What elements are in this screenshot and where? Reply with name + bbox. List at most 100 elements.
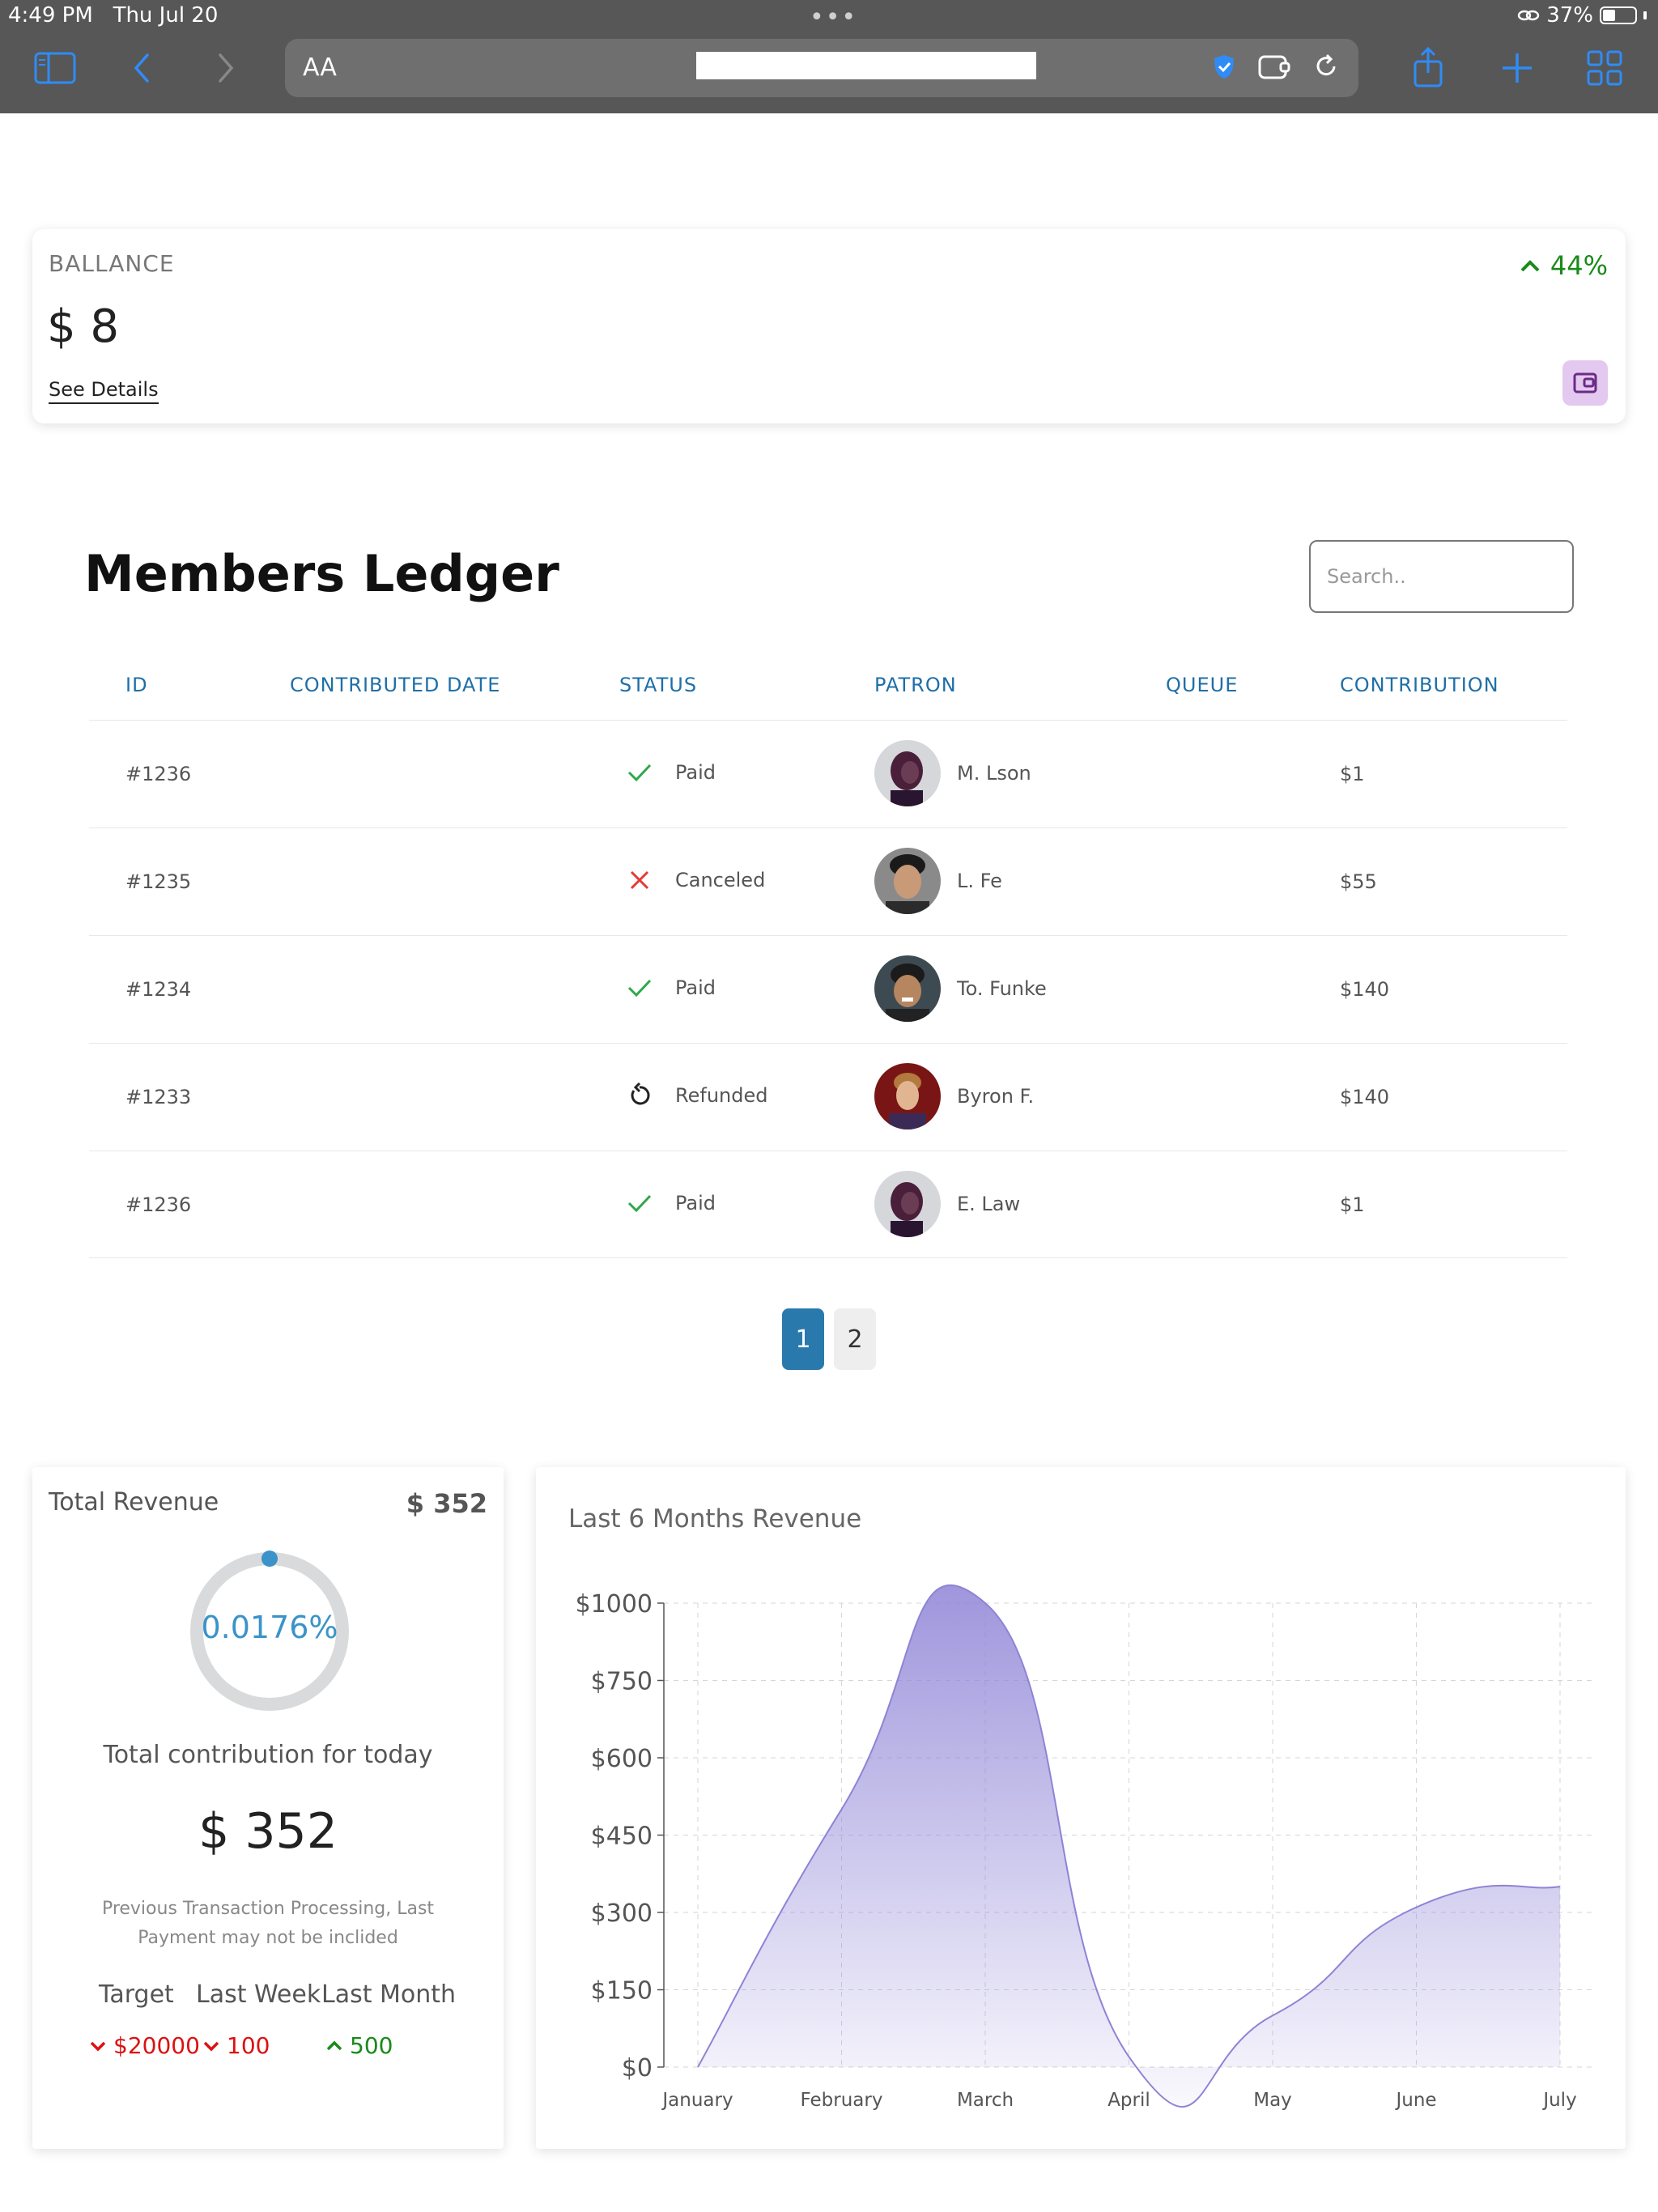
column-header-queue[interactable]: QUEUE	[1166, 674, 1238, 696]
page-button-1[interactable]: 1	[782, 1308, 824, 1370]
battery-percent: 37%	[1546, 3, 1593, 28]
y-tick-label: $1000	[576, 1590, 653, 1619]
growth-indicator: 44%	[1520, 250, 1608, 281]
battery-icon	[1600, 6, 1637, 24]
today-contribution-label: Total contribution for today	[103, 1741, 433, 1769]
stat-last-month: 500	[325, 2032, 393, 2059]
column-header-contribution[interactable]: CONTRIBUTION	[1340, 674, 1499, 696]
processing-note: Previous Transaction Processing, Last Pa…	[101, 1899, 435, 1948]
row-id: #1236	[125, 763, 192, 785]
row-amount: $55	[1340, 870, 1377, 893]
row-patron-name: E. Law	[957, 1193, 1021, 1215]
row-status-label: Canceled	[675, 869, 766, 891]
column-header-status[interactable]: STATUS	[619, 674, 697, 696]
back-icon[interactable]	[121, 47, 167, 89]
see-details-link[interactable]: See Details	[49, 378, 159, 404]
row-amount: $140	[1340, 978, 1390, 1001]
row-patron-name: To. Funke	[957, 977, 1047, 1000]
check-icon	[623, 972, 656, 1004]
row-id: #1234	[125, 978, 192, 1001]
wallet-icon	[1573, 372, 1597, 393]
reload-icon[interactable]	[1310, 50, 1342, 83]
row-amount: $1	[1340, 763, 1365, 785]
row-status: Paid	[623, 756, 716, 789]
text-size-button[interactable]: AA	[303, 53, 337, 82]
row-id: #1236	[125, 1193, 192, 1216]
new-tab-icon[interactable]	[1494, 47, 1540, 89]
column-header-patron[interactable]: PATRON	[874, 674, 957, 696]
status-right: 37%	[1517, 3, 1647, 28]
avatar	[874, 848, 941, 914]
pagination: 1 2	[782, 1308, 876, 1370]
row-patron: To. Funke	[874, 955, 1047, 1022]
row-patron-name: M. Lson	[957, 762, 1031, 785]
x-tick-label: January	[661, 2090, 733, 2111]
stat-label-last-month: Last Month	[321, 1980, 457, 2009]
x-tick-label: February	[801, 2090, 883, 2111]
multitasking-dots-icon[interactable]: •••	[810, 3, 857, 32]
row-status: Paid	[623, 972, 716, 1004]
tabs-overview-icon[interactable]	[1582, 47, 1627, 89]
stat-last-week: 100	[202, 2032, 270, 2059]
y-tick-label: $450	[591, 1823, 653, 1851]
ledger-title: Members Ledger	[84, 544, 559, 603]
address-bar[interactable]: AA	[285, 39, 1358, 97]
row-patron: E. Law	[874, 1171, 1020, 1237]
chevron-down-icon	[203, 2041, 219, 2051]
total-revenue-value: $ 352	[406, 1488, 487, 1519]
revenue-chart-card: Last 6 Months Revenue $0 $150 $300 $450 $600…	[536, 1467, 1626, 2149]
browser-chrome: 4:49 PM Thu Jul 20 ••• 37% AA	[0, 0, 1658, 113]
wallet-button[interactable]	[1562, 360, 1608, 406]
row-amount: $1	[1340, 1193, 1365, 1216]
row-amount: $140	[1340, 1086, 1390, 1108]
y-tick-label: $0	[622, 2054, 653, 2082]
row-status-label: Paid	[675, 1192, 716, 1214]
sidebar-icon[interactable]	[32, 47, 78, 89]
balance-card: BALLANCE $ 8 See Details 44%	[32, 229, 1626, 423]
row-id: #1235	[125, 870, 192, 893]
revenue-chart: $0 $150 $300 $450 $600 $750 $1000 January Februa…	[576, 1584, 1592, 2111]
y-tick-label: $600	[591, 1745, 653, 1773]
progress-donut: 0.0176%	[186, 1548, 353, 1715]
row-id: #1233	[125, 1086, 192, 1108]
chevron-up-icon	[326, 2040, 342, 2050]
url-redacted	[696, 52, 1036, 79]
row-status: Canceled	[623, 864, 765, 896]
table-row[interactable]: #1233 Refunded Byron F. $140	[89, 1043, 1567, 1151]
avatar	[874, 740, 941, 806]
page-button-2[interactable]: 2	[834, 1308, 876, 1370]
row-status-label: Refunded	[675, 1084, 768, 1107]
search-input[interactable]	[1309, 540, 1574, 613]
row-status-label: Paid	[675, 761, 716, 784]
balance-value: $ 8	[47, 300, 120, 353]
refund-icon	[623, 1079, 656, 1112]
shield-icon[interactable]	[1208, 50, 1240, 83]
row-patron-name: L. Fe	[957, 870, 1002, 892]
table-row[interactable]: #1236 Paid M. Lson $1	[89, 720, 1567, 827]
stat-label-last-week: Last Week	[196, 1980, 321, 2009]
table-row[interactable]: #1236 Paid E. Law $1	[89, 1151, 1567, 1258]
forward-icon[interactable]	[202, 47, 248, 89]
row-patron: L. Fe	[874, 848, 1002, 914]
row-status-label: Paid	[675, 976, 716, 999]
y-tick-label: $300	[591, 1899, 653, 1928]
stat-target: $20000	[89, 2032, 200, 2059]
column-header-id[interactable]: ID	[125, 674, 148, 696]
avatar	[874, 955, 941, 1022]
x-tick-label: July	[1541, 2090, 1576, 2111]
table-row[interactable]: #1234 Paid To. Funke $140	[89, 935, 1567, 1043]
x-tick-label: April	[1107, 2090, 1150, 2111]
total-revenue-label: Total Revenue	[49, 1488, 219, 1516]
growth-value: 44%	[1550, 250, 1608, 281]
extensions-icon[interactable]	[1256, 50, 1294, 83]
row-status: Refunded	[623, 1079, 767, 1112]
column-header-date[interactable]: CONTRIBUTED DATE	[290, 674, 500, 696]
row-patron: M. Lson	[874, 740, 1031, 806]
table-row[interactable]: #1235 Canceled L. Fe $55	[89, 827, 1567, 935]
check-icon	[623, 756, 656, 789]
stat-label-target: Target	[99, 1980, 174, 2009]
y-tick-label: $750	[591, 1668, 653, 1696]
y-tick-label: $150	[591, 1977, 653, 2006]
chevron-down-icon	[90, 2041, 106, 2051]
share-icon[interactable]	[1405, 47, 1451, 89]
